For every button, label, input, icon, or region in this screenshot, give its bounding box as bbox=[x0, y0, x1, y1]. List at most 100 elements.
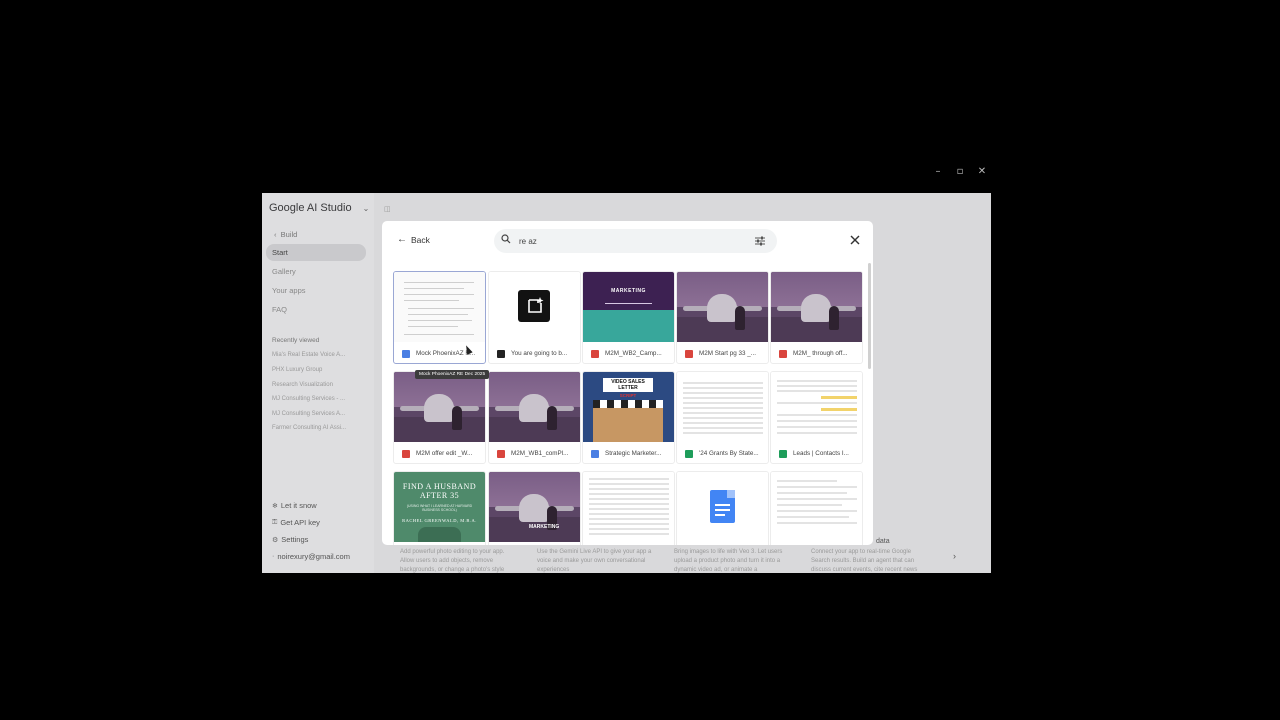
recent-item[interactable]: Farmer Consulting AI Assi... bbox=[272, 425, 346, 431]
close-window-icon[interactable]: ✕ bbox=[974, 166, 990, 180]
file-tile[interactable]: M2M Start pg 33 _... bbox=[676, 271, 769, 364]
file-name: M2M_ through off... bbox=[793, 350, 848, 357]
window-controls: – ▫ ✕ bbox=[930, 166, 990, 180]
file-tile[interactable] bbox=[770, 471, 863, 545]
let-it-snow-link[interactable]: ❄ Let it snow bbox=[272, 501, 317, 510]
jet-thumbnail bbox=[677, 272, 768, 342]
file-name: '24 Grants By State... bbox=[699, 450, 759, 457]
tune-icon[interactable] bbox=[754, 235, 766, 247]
doc-thumbnail bbox=[394, 272, 485, 342]
close-icon[interactable] bbox=[849, 234, 861, 246]
brand-name: Google AI Studio bbox=[269, 202, 352, 214]
search-input[interactable] bbox=[519, 233, 739, 249]
thumb-text: MARKETING bbox=[529, 524, 560, 530]
file-tile[interactable]: Leads | Contacts I... bbox=[770, 371, 863, 464]
recent-item[interactable]: MJ Consulting Services A... bbox=[272, 411, 345, 417]
dialog-header: ← Back bbox=[382, 221, 873, 261]
search-icon bbox=[501, 234, 511, 244]
back-label: Back bbox=[411, 234, 430, 245]
nav-item-start[interactable]: Start bbox=[266, 244, 366, 261]
file-caption: M2M Start pg 33 _... bbox=[677, 343, 768, 363]
file-tooltip: Mock PhoenixAZ RE Dec 2025 bbox=[415, 370, 490, 379]
thumb-text: MARKETING bbox=[611, 288, 646, 294]
search-box bbox=[494, 229, 777, 253]
file-name: Strategic Marketer... bbox=[605, 450, 662, 457]
file-caption: M2M_ through off... bbox=[771, 343, 862, 363]
file-name: M2M_WB2_Camp... bbox=[605, 350, 662, 357]
restore-icon[interactable]: ▫ bbox=[952, 166, 968, 180]
file-tile[interactable]: M2M_ through off... bbox=[770, 271, 863, 364]
nav-item-faq[interactable]: FAQ bbox=[266, 301, 366, 318]
thumb-author: RACHEL GREENWALD, M.B.A. bbox=[402, 518, 477, 523]
file-tile[interactable]: FIND A HUSBAND AFTER 35 (USING WHAT I LEA… bbox=[393, 471, 486, 545]
nav-build[interactable]: ‹ Build bbox=[274, 230, 297, 239]
recent-item[interactable]: Mia's Real Estate Voice A... bbox=[272, 352, 345, 358]
sheet-thumbnail bbox=[583, 472, 674, 542]
jet-thumbnail bbox=[394, 372, 485, 442]
feature-desc-live: Use the Gemini Live API to give your app… bbox=[537, 549, 652, 573]
key-icon: ⚿ bbox=[272, 518, 278, 526]
pdf-file-icon bbox=[591, 349, 599, 358]
feature-desc-photo: Add powerful photo editing to your app. … bbox=[400, 549, 505, 573]
recent-title: Recently viewed bbox=[272, 337, 320, 344]
thumb-text: FIND A HUSBAND AFTER 35 bbox=[402, 482, 477, 500]
brand[interactable]: Google AI Studio ⌄ bbox=[269, 202, 369, 214]
thumb-subtext: SCRIPT bbox=[619, 393, 637, 398]
file-tile[interactable]: You are going to b... bbox=[488, 271, 581, 364]
vsl-thumbnail: VIDEO SALES LETTER SCRIPT bbox=[583, 372, 674, 442]
get-api-key-link[interactable]: ⚿ Get API key bbox=[272, 518, 320, 527]
pdf-file-icon bbox=[402, 449, 410, 458]
back-button[interactable]: ← Back bbox=[397, 234, 430, 245]
file-tile[interactable]: VIDEO SALES LETTER SCRIPT Strategic Marke… bbox=[582, 371, 675, 464]
feature-desc-search: Connect your app to real-time Google Sea… bbox=[811, 549, 918, 573]
nav-item-gallery[interactable]: Gallery bbox=[266, 263, 366, 280]
gear-icon: ⚙ bbox=[272, 536, 279, 544]
file-tile[interactable] bbox=[582, 471, 675, 545]
account-link[interactable]: · noirexury@gmail.com bbox=[272, 552, 350, 561]
thumb-text: VIDEO SALES LETTER bbox=[603, 378, 653, 392]
feature-desc-veo: Bring images to life with Veo 3. Let use… bbox=[674, 549, 783, 573]
account-email: noirexury@gmail.com bbox=[277, 552, 350, 561]
file-tile[interactable]: M2M offer edit _W... bbox=[393, 371, 486, 464]
settings-label: Settings bbox=[281, 535, 309, 544]
dialog-scrollbar[interactable] bbox=[868, 263, 871, 369]
file-caption: '24 Grants By State... bbox=[677, 443, 768, 463]
minimize-icon[interactable]: – bbox=[930, 166, 946, 180]
sidebar-toggle-icon[interactable]: ◫ bbox=[384, 205, 391, 213]
file-caption: Strategic Marketer... bbox=[583, 443, 674, 463]
file-name: M2M offer edit _W... bbox=[416, 450, 473, 457]
file-tile[interactable]: MARKETING bbox=[488, 471, 581, 545]
jet-thumbnail bbox=[489, 372, 580, 442]
book-thumbnail: FIND A HUSBAND AFTER 35 (USING WHAT I LEA… bbox=[394, 472, 485, 542]
file-tile[interactable]: '24 Grants By State... bbox=[676, 371, 769, 464]
pdf-file-icon bbox=[685, 349, 693, 358]
file-tile[interactable]: M2M_WB1_comPl... bbox=[488, 371, 581, 464]
chevron-down-icon: ⌄ bbox=[362, 203, 370, 213]
sparkle-icon bbox=[528, 297, 544, 313]
sidebar: Google AI Studio ⌄ ‹ Build Start Gallery… bbox=[262, 193, 374, 573]
file-caption: You are going to b... bbox=[489, 343, 580, 363]
account-icon: · bbox=[272, 553, 275, 560]
let-it-snow-label: Let it snow bbox=[280, 501, 317, 510]
settings-link[interactable]: ⚙ Settings bbox=[272, 535, 308, 544]
file-name: M2M Start pg 33 _... bbox=[699, 350, 757, 357]
sheet-file-icon bbox=[685, 449, 693, 458]
chevron-right-icon[interactable]: › bbox=[953, 551, 956, 561]
file-picker-dialog: ← Back Mock PhoenixAZ R... You are going… bbox=[382, 221, 873, 545]
recent-item[interactable]: Research Visualization bbox=[272, 382, 333, 388]
feature-title-search: data bbox=[876, 538, 890, 545]
file-tile[interactable] bbox=[676, 471, 769, 545]
gem-file-icon bbox=[497, 349, 505, 358]
file-tile[interactable]: Mock PhoenixAZ R... bbox=[393, 271, 486, 364]
file-name: Leads | Contacts I... bbox=[793, 450, 849, 457]
file-caption: Leads | Contacts I... bbox=[771, 443, 862, 463]
thumb-subtext: (USING WHAT I LEARNED AT HARVARD BUSINES… bbox=[406, 504, 473, 512]
doc-file-icon bbox=[591, 449, 599, 458]
gdoc-thumbnail bbox=[677, 472, 768, 542]
sheet-thumbnail bbox=[677, 372, 768, 442]
recent-item[interactable]: PHX Luxury Group bbox=[272, 367, 322, 373]
recent-item[interactable]: MJ Consulting Services - ... bbox=[272, 396, 345, 402]
doc-thumbnail bbox=[771, 472, 862, 542]
file-tile[interactable]: MARKETING M2M_WB2_Camp... bbox=[582, 271, 675, 364]
nav-item-your-apps[interactable]: Your apps bbox=[266, 282, 366, 299]
